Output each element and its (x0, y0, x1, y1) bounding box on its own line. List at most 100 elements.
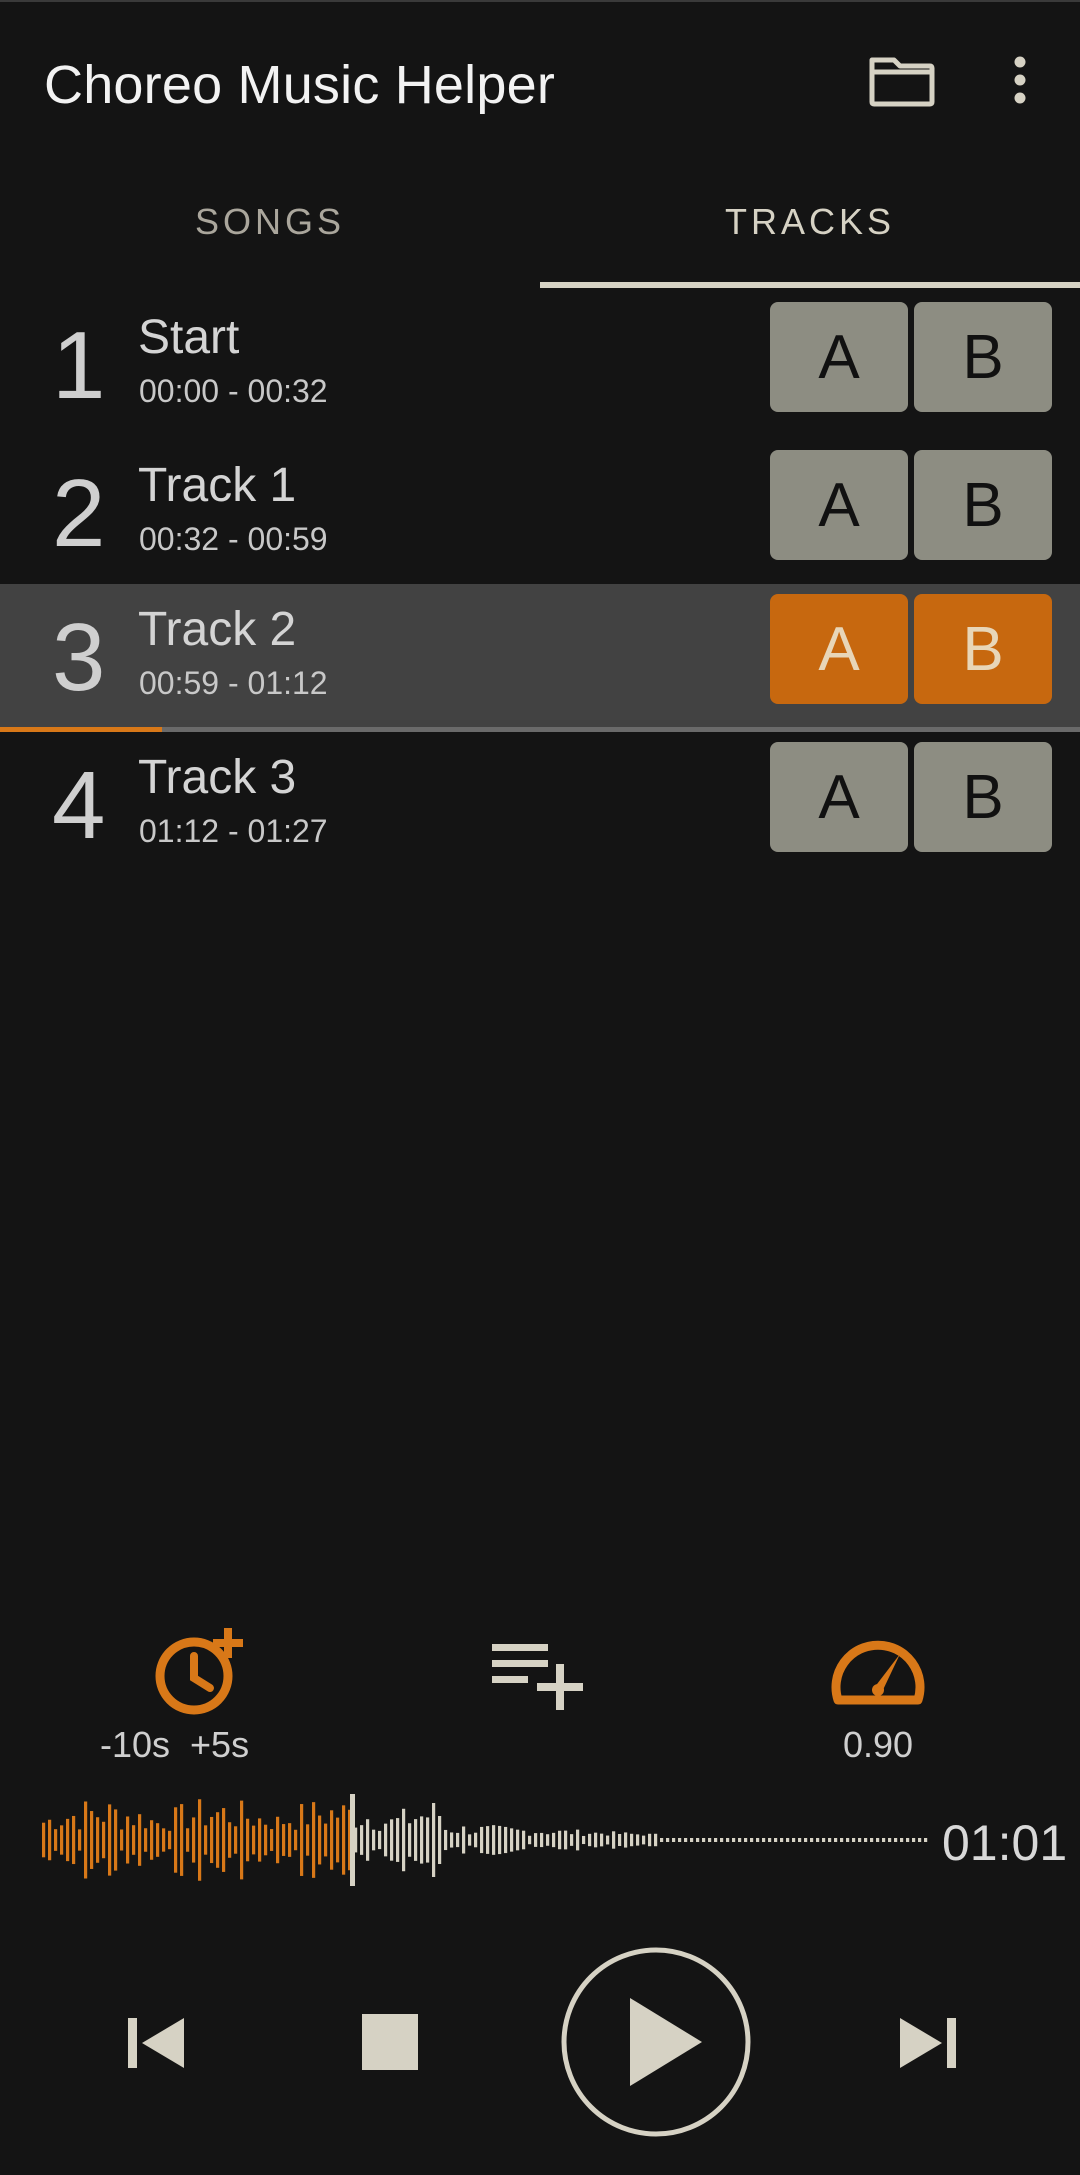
track-row[interactable]: 4 Track 3 01:12 - 01:27 A B (0, 732, 1080, 880)
waveform-bar (240, 1800, 244, 1880)
waveform-bar (594, 1832, 598, 1848)
waveform-bar (168, 1830, 172, 1850)
waveform-bar (600, 1833, 604, 1847)
waveform-bar (612, 1831, 616, 1849)
waveform-bar (252, 1825, 256, 1855)
waveform-bar (54, 1829, 58, 1851)
waveform-bar (558, 1830, 562, 1850)
waveform-bar (510, 1828, 514, 1852)
track-number: 2 (52, 460, 106, 567)
waveform-bar (462, 1826, 466, 1854)
waveform-bar (150, 1820, 154, 1860)
waveform-bar (156, 1823, 160, 1857)
set-a-button[interactable]: A (770, 302, 908, 412)
waveform-bar (306, 1824, 310, 1856)
timer-add-icon[interactable] (150, 1620, 254, 1720)
waveform-bar (204, 1825, 208, 1855)
track-range: 00:59 - 01:12 (139, 665, 328, 701)
waveform-bar (216, 1812, 220, 1868)
folder-icon[interactable] (866, 50, 938, 110)
track-name: Track 2 (138, 603, 297, 656)
more-vert-icon[interactable] (1002, 50, 1038, 110)
set-b-button[interactable]: B (914, 450, 1052, 560)
waveform-bar (852, 1838, 856, 1842)
waveform-bar (372, 1829, 376, 1851)
play-icon[interactable] (560, 1946, 752, 2138)
waveform-bar (720, 1838, 724, 1842)
playback-speed: 0.90 (842, 1724, 914, 1765)
set-a-button[interactable]: A (770, 742, 908, 852)
waveform-bar (42, 1822, 46, 1858)
skip-previous-icon[interactable] (118, 2012, 194, 2072)
waveform-bar (906, 1838, 910, 1842)
waveform-bar (360, 1825, 364, 1855)
track-row[interactable]: 1 Start 00:00 - 00:32 A B (0, 292, 1080, 440)
waveform-bar (540, 1832, 544, 1848)
set-b-button[interactable]: B (914, 594, 1052, 704)
waveform-bar (696, 1838, 700, 1842)
waveform-bar (864, 1838, 868, 1842)
set-a-button[interactable]: A (770, 594, 908, 704)
waveform-bar (90, 1811, 94, 1869)
waveform-bar (624, 1832, 628, 1848)
set-b-button[interactable]: B (914, 302, 1052, 412)
waveform-bar (750, 1838, 754, 1842)
playhead[interactable] (350, 1794, 355, 1886)
waveform-bar (648, 1833, 652, 1847)
waveform-bar (258, 1818, 262, 1862)
waveform-bar (186, 1828, 190, 1852)
waveform-bar (654, 1833, 658, 1847)
waveform-bar (570, 1834, 574, 1846)
waveform-bar (408, 1823, 412, 1857)
waveform-bar (780, 1838, 784, 1842)
track-row-selected[interactable]: 3 Track 2 00:59 - 01:12 A B (0, 584, 1080, 732)
waveform-bar (126, 1816, 130, 1864)
waveform-bar (564, 1830, 568, 1850)
waveform-bar (888, 1838, 892, 1842)
waveform-bar (402, 1808, 406, 1872)
playlist-add-icon[interactable] (490, 1640, 590, 1720)
waveform-bar (438, 1816, 442, 1864)
waveform-bar (162, 1828, 166, 1852)
waveform-bar (576, 1829, 580, 1851)
waveform-bar (96, 1817, 100, 1863)
waveform-seekbar[interactable] (40, 1790, 930, 1890)
waveform-bar (672, 1838, 676, 1842)
tab-tracks[interactable]: TRACKS (540, 162, 1080, 282)
waveform-bar (114, 1809, 118, 1871)
waveform-bar (756, 1838, 760, 1842)
waveform-bar (288, 1823, 292, 1857)
active-tab-indicator (540, 282, 1080, 288)
tab-songs[interactable]: SONGS (0, 162, 540, 282)
waveform-bar (366, 1819, 370, 1861)
waveform-bar (504, 1826, 508, 1854)
waveform-bar (318, 1815, 322, 1865)
waveform-bar (828, 1838, 832, 1842)
waveform-bar (660, 1838, 664, 1842)
skip-next-icon[interactable] (890, 2012, 966, 2072)
waveform-bar (180, 1804, 184, 1876)
waveform-bar (486, 1826, 490, 1854)
waveform-bar (120, 1829, 124, 1851)
waveform-bar (774, 1838, 778, 1842)
waveform-bar (72, 1815, 76, 1865)
waveform-bar (234, 1826, 238, 1854)
waveform-bar (456, 1832, 460, 1848)
waveform-bar (210, 1816, 214, 1864)
speedometer-icon[interactable] (828, 1630, 928, 1710)
waveform-bar (666, 1838, 670, 1842)
waveform-bar (300, 1804, 304, 1876)
app-bar: Choreo Music Helper (0, 2, 1080, 152)
tab-bar: SONGS TRACKS (0, 162, 1080, 288)
waveform-bar (66, 1818, 70, 1862)
waveform-bar (792, 1838, 796, 1842)
waveform-bar (390, 1819, 394, 1861)
waveform-bar (450, 1832, 454, 1848)
track-row[interactable]: 2 Track 1 00:32 - 00:59 A B (0, 440, 1080, 588)
set-a-button[interactable]: A (770, 450, 908, 560)
set-b-button[interactable]: B (914, 742, 1052, 852)
stop-icon[interactable] (362, 2014, 418, 2070)
waveform-bar (108, 1804, 112, 1876)
waveform-bar (588, 1833, 592, 1847)
waveform-bar (798, 1838, 802, 1842)
